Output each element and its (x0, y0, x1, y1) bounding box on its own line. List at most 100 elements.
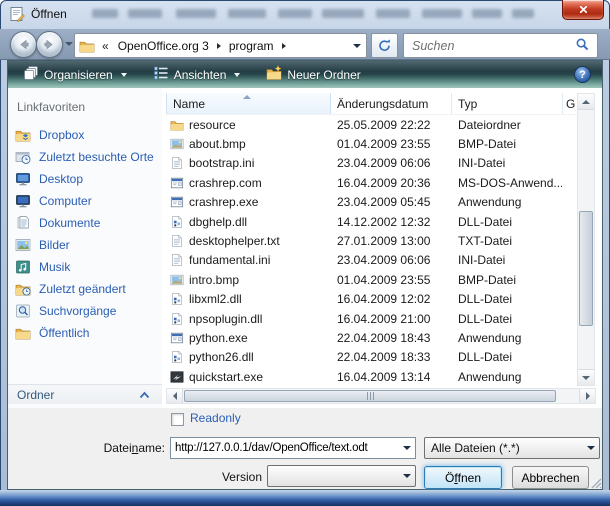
file-row[interactable]: crashrep.exe23.04.2009 05:45Anwendung (166, 193, 577, 212)
recent-pages-dropdown[interactable] (65, 42, 73, 46)
dialog-icon (9, 6, 25, 22)
folder-file-icon (170, 118, 184, 132)
filename-dropdown-button[interactable] (398, 438, 415, 458)
column-header-type[interactable]: Typ (452, 93, 563, 114)
chevron-down-icon (234, 73, 240, 77)
sidebar-item-recent-places[interactable]: Zuletzt besuchte Orte (8, 146, 162, 168)
breadcrumb-program[interactable]: program (223, 39, 280, 53)
public-icon (15, 325, 31, 341)
filetype-dropdown[interactable]: Alle Dateien (*.*) (424, 437, 600, 459)
file-name: dbghelp.dll (184, 215, 331, 229)
file-type: Dateiordner (452, 118, 562, 132)
sidebar-item-label: Computer (39, 194, 92, 208)
filetype-dropdown-button[interactable] (582, 438, 599, 458)
column-type-label: Typ (458, 97, 477, 111)
close-button[interactable] (562, 0, 604, 20)
version-dropdown-button[interactable] (398, 466, 415, 486)
computer-icon (15, 193, 31, 209)
chevron-down-icon (121, 73, 127, 77)
file-row[interactable]: python.exe22.04.2009 18:43Anwendung (166, 328, 577, 347)
dll-file-icon (170, 350, 184, 364)
views-button[interactable]: Ansichten (146, 62, 248, 87)
file-name: intro.bmp (184, 273, 331, 287)
breadcrumb-separator-icon[interactable] (282, 43, 286, 49)
address-dropdown-button[interactable] (348, 34, 366, 57)
sidebar-item-music[interactable]: Musik (8, 256, 162, 278)
new-folder-button[interactable]: Neuer Ordner (259, 62, 367, 87)
file-row[interactable]: desktophelper.txt27.01.2009 13:00TXT-Dat… (166, 231, 577, 250)
filetype-value: Alle Dateien (*.*) (431, 441, 520, 455)
readonly-label[interactable]: Readonly (190, 411, 241, 425)
column-header-date[interactable]: Änderungsdatum (331, 93, 452, 114)
breadcrumb-overflow[interactable]: « (95, 39, 112, 53)
vertical-scrollbar-thumb[interactable] (579, 211, 593, 326)
column-size-label: G (566, 97, 575, 111)
folders-label: Ordner (17, 388, 54, 402)
sidebar-item-documents[interactable]: Dokumente (8, 212, 162, 234)
help-button[interactable]: ? (574, 66, 591, 83)
sidebar-item-label: Zuletzt geändert (39, 282, 126, 296)
arrow-down-icon (582, 376, 590, 380)
file-date: 16.04.2009 20:36 (331, 176, 452, 190)
vertical-scrollbar[interactable] (577, 93, 595, 386)
horizontal-scrollbar[interactable] (166, 388, 596, 404)
text-file-icon (170, 156, 184, 170)
file-row[interactable]: python26.dll22.04.2009 18:33DLL-Datei (166, 348, 577, 367)
window-bottom-frame (0, 490, 610, 506)
back-button[interactable] (10, 31, 37, 58)
sidebar-item-label: Desktop (39, 172, 83, 186)
cancel-button[interactable]: Abbrechen (512, 466, 589, 489)
horizontal-scrollbar-thumb[interactable] (184, 390, 556, 402)
column-header-size[interactable]: G (563, 93, 577, 114)
column-header-name[interactable]: Name (166, 93, 331, 114)
views-label: Ansichten (174, 68, 227, 82)
breadcrumb-openoffice[interactable]: OpenOffice.org 3 (112, 39, 215, 53)
sidebar-item-label: Öffentlich (39, 326, 89, 340)
file-row[interactable]: about.bmp01.04.2009 23:55BMP-Datei (166, 134, 577, 153)
scroll-up-button[interactable] (578, 94, 594, 110)
folders-expander[interactable]: Ordner (8, 384, 162, 404)
file-row[interactable]: npsoplugin.dll16.04.2009 21:00DLL-Datei (166, 309, 577, 328)
pictures-icon (15, 237, 31, 253)
scroll-right-button[interactable] (579, 389, 595, 403)
title-bar[interactable]: Öffnen (0, 0, 610, 29)
sidebar-item-public[interactable]: Öffentlich (8, 322, 162, 344)
filename-input[interactable] (171, 441, 398, 455)
sidebar-item-dropbox[interactable]: Dropbox (8, 124, 162, 146)
file-row[interactable]: fundamental.ini23.04.2009 06:06INI-Datei (166, 251, 577, 270)
file-row[interactable]: resource25.05.2009 22:22Dateiordner (166, 115, 577, 134)
open-button[interactable]: Öffnen (424, 466, 502, 489)
file-type: INI-Datei (452, 156, 562, 170)
sidebar-item-recently-changed[interactable]: Zuletzt geändert (8, 278, 162, 300)
file-type: DLL-Datei (452, 292, 562, 306)
refresh-button[interactable] (371, 33, 398, 58)
file-row[interactable]: libxml2.dll16.04.2009 12:02DLL-Datei (166, 290, 577, 309)
file-name: desktophelper.txt (184, 234, 331, 248)
sidebar-header: Linkfavoriten (17, 100, 162, 114)
sidebar-item-desktop[interactable]: Desktop (8, 168, 162, 190)
file-type: Anwendung (452, 195, 562, 209)
file-date: 23.04.2009 06:06 (331, 253, 452, 267)
file-row[interactable]: bootstrap.ini23.04.2009 06:06INI-Datei (166, 154, 577, 173)
file-date: 23.04.2009 05:45 (331, 195, 452, 209)
breadcrumb-separator-icon[interactable] (217, 43, 221, 49)
sidebar-item-searches[interactable]: Suchvorgänge (8, 300, 162, 322)
search-icon[interactable] (575, 37, 591, 55)
forward-button[interactable] (36, 31, 63, 58)
organize-button[interactable]: Organisieren (16, 62, 134, 87)
current-folder-icon[interactable] (79, 38, 95, 54)
sidebar-item-pictures[interactable]: Bilder (8, 234, 162, 256)
address-bar: « OpenOffice.org 3 program (74, 33, 367, 58)
version-dropdown[interactable] (267, 465, 416, 487)
file-row[interactable]: quickstart.exe16.04.2009 13:14Anwendung (166, 367, 577, 386)
scroll-down-button[interactable] (578, 369, 594, 385)
search-input[interactable] (404, 38, 575, 54)
app-file-icon (170, 331, 184, 345)
file-row[interactable]: dbghelp.dll14.12.2002 12:32DLL-Datei (166, 212, 577, 231)
file-row[interactable]: intro.bmp01.04.2009 23:55BMP-Datei (166, 270, 577, 289)
scroll-left-button[interactable] (167, 389, 183, 403)
readonly-checkbox[interactable] (171, 413, 184, 426)
sidebar-item-computer[interactable]: Computer (8, 190, 162, 212)
file-row[interactable]: crashrep.com16.04.2009 20:36MS-DOS-Anwen… (166, 173, 577, 192)
resize-grip[interactable] (590, 477, 602, 489)
